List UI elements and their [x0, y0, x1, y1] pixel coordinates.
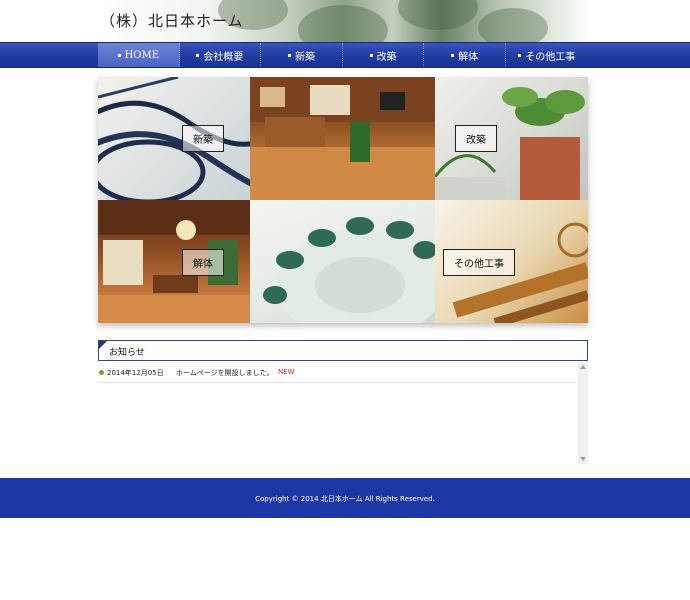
tile-pen-image: その他工事: [435, 200, 588, 323]
demolition-link[interactable]: 解体: [182, 249, 224, 276]
renovation-link[interactable]: 改築: [455, 125, 497, 152]
scroll-down-arrow-icon[interactable]: [580, 457, 586, 461]
news-header: お知らせ: [98, 340, 588, 361]
tile-living-room-image: 解体: [98, 200, 250, 323]
tile-glasses-image: 新築: [98, 77, 250, 200]
telephone-dial-image: [263, 217, 435, 323]
nav-item-company[interactable]: 会社概要: [180, 43, 262, 67]
service-grid: 新築 改築 解体 その他工事: [98, 77, 588, 323]
tile-telephone-image: [250, 200, 435, 323]
nav-item-renovation[interactable]: 改築: [343, 43, 425, 67]
news-text: ホームページを開設しました。: [176, 369, 274, 377]
living-room-image: [98, 200, 250, 323]
bullet-dot-icon: [99, 370, 104, 375]
bullet-square-icon: [196, 53, 200, 57]
tile-plant-image: 改築: [435, 77, 588, 200]
kitchen-image: [250, 77, 435, 200]
news-date: 2014年12月05日: [107, 369, 164, 377]
glasses-image: [98, 77, 250, 200]
nav-item-new-build[interactable]: 新築: [261, 43, 343, 67]
nav-item-demolition[interactable]: 解体: [424, 43, 506, 67]
site-logo[interactable]: （株）北日本ホーム: [100, 10, 244, 31]
corner-triangle-icon: [99, 341, 107, 349]
bullet-square-icon: [287, 53, 291, 57]
news-list: 2014年12月05日 ホームページを開設しました。 NEW: [98, 362, 588, 464]
bullet-square-icon: [369, 53, 373, 57]
news-item[interactable]: 2014年12月05日 ホームページを開設しました。 NEW: [98, 364, 576, 383]
global-nav: HOME 会社概要 新築 改築 解体 その他工事: [0, 42, 690, 68]
site-footer: Copyright © 2014 北日本ホーム All Rights Reser…: [0, 478, 690, 518]
nav-item-other[interactable]: その他工事: [506, 43, 588, 67]
new-badge: NEW: [278, 368, 295, 376]
copyright-text: Copyright © 2014 北日本ホーム All Rights Reser…: [255, 495, 435, 503]
tile-kitchen-image: [250, 77, 435, 200]
bullet-square-icon: [117, 53, 121, 57]
news-title: お知らせ: [109, 348, 145, 358]
new-build-link[interactable]: 新築: [182, 125, 224, 152]
bullet-square-icon: [518, 53, 522, 57]
news-scrollbar[interactable]: [578, 362, 588, 464]
site-header: （株）北日本ホーム: [0, 0, 690, 42]
other-work-link[interactable]: その他工事: [443, 249, 515, 276]
nav-item-home[interactable]: HOME: [98, 43, 180, 67]
bullet-square-icon: [451, 53, 455, 57]
scroll-up-arrow-icon[interactable]: [580, 365, 586, 369]
